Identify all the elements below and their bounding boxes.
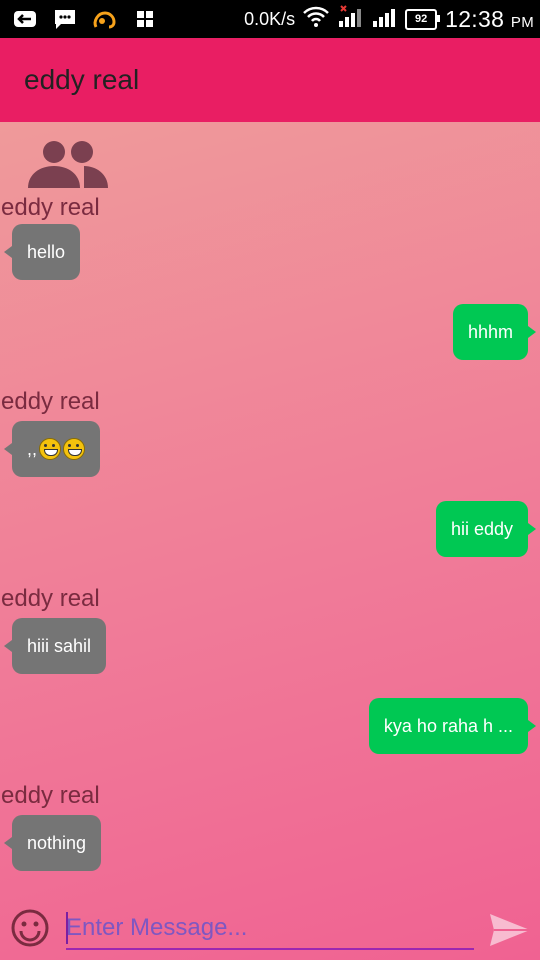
- message-sender: eddy real: [1, 194, 100, 221]
- message-sender: eddy real: [1, 782, 100, 809]
- message-text: kya ho raha h ...: [383, 715, 513, 736]
- clock: 12:38 PM: [445, 6, 534, 33]
- message-text: ,,: [27, 438, 38, 459]
- incoming-message[interactable]: hiii sahil: [3, 618, 107, 674]
- wifi-icon: [303, 6, 330, 33]
- incoming-message[interactable]: hello: [3, 224, 81, 280]
- grin-emoji-icon: [39, 438, 62, 460]
- uc-browser-icon: [92, 6, 118, 32]
- outgoing-message[interactable]: kya ho raha h ...: [368, 698, 537, 754]
- text-cursor: [66, 912, 68, 944]
- group-icon[interactable]: [28, 140, 108, 197]
- app-toolbar: eddy real: [0, 38, 540, 122]
- battery-indicator: 92: [405, 8, 441, 30]
- message-text: hiii sahil: [27, 635, 92, 656]
- message-icon: [52, 6, 78, 32]
- message-text: hello: [27, 241, 66, 262]
- chat-area[interactable]: eddy real hello hhhm eddy real ,, hii ed…: [0, 122, 540, 960]
- message-text: nothing: [27, 832, 87, 853]
- chat-title: eddy real: [24, 64, 140, 95]
- grin-emoji-icon: [63, 438, 86, 460]
- grid-icon: [132, 6, 158, 32]
- message-sender: eddy real: [1, 388, 100, 415]
- status-bar: 0.0K/s 92 12:38 PM: [0, 0, 540, 38]
- clock-time: 12:38: [445, 5, 505, 32]
- clock-ampm: PM: [510, 13, 534, 31]
- message-text: hhhm: [467, 321, 513, 342]
- message-input[interactable]: [66, 908, 474, 950]
- usb-icon: [12, 6, 38, 32]
- message-sender: eddy real: [1, 585, 100, 612]
- outgoing-message[interactable]: hii eddy: [435, 501, 537, 557]
- signal-2-icon: [371, 5, 397, 34]
- outgoing-message[interactable]: hhhm: [452, 304, 537, 360]
- incoming-message[interactable]: ,,: [3, 421, 101, 477]
- network-speed: 0.0K/s: [244, 8, 296, 29]
- message-text: hii eddy: [450, 518, 513, 539]
- send-icon[interactable]: [488, 910, 532, 950]
- incoming-message[interactable]: nothing: [3, 815, 102, 871]
- smiley-icon[interactable]: [10, 908, 50, 948]
- signal-icon: [337, 4, 363, 34]
